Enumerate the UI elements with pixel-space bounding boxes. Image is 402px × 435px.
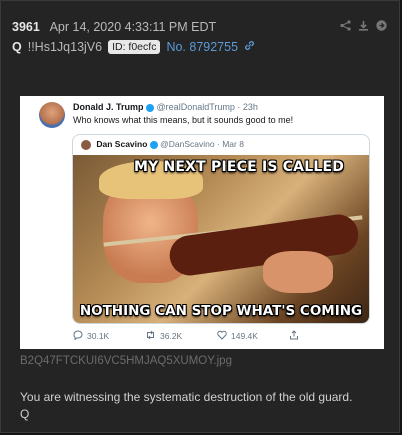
quoted-time: · Mar 8	[217, 139, 244, 149]
post-number[interactable]: 3961	[12, 20, 40, 34]
attachment-filename[interactable]: B2Q47FTCKUI6VC5HMJAQ5XUMOY.jpg	[20, 355, 232, 367]
avatar	[81, 139, 91, 150]
post-author: Q	[12, 40, 22, 54]
post-number-link[interactable]: No. 8792755	[166, 40, 238, 54]
share-icon[interactable]	[340, 20, 351, 31]
heart-icon	[217, 330, 227, 342]
meme-caption-top: MY NEXT PIECE IS CALLED	[133, 159, 345, 175]
tweet-author-name: Donald J. Trump	[73, 102, 144, 112]
message-line: You are witnessing the systematic destru…	[20, 390, 353, 404]
message-signature: Q	[20, 407, 30, 421]
tweet-handle: @realDonaldTrump	[156, 102, 235, 112]
retweet-stat: 36.2K	[145, 330, 217, 342]
quoted-handle: @DanScavino	[160, 139, 215, 149]
post-card: 3961 Apr 14, 2020 4:33:11 PM EDT Q !!Hs1…	[0, 0, 400, 433]
meme-caption-bottom: NOTHING CAN STOP WHAT'S COMING	[79, 303, 363, 319]
retweet-count: 36.2K	[160, 331, 183, 341]
download-icon[interactable]	[358, 20, 369, 31]
like-count: 149.4K	[231, 331, 258, 341]
attached-image[interactable]: Donald J. Trump @realDonaldTrump · 23h W…	[20, 96, 384, 349]
tweet-stats: 30.1K 36.2K 149.4K	[73, 330, 363, 342]
quoted-author-name: Dan Scavino	[96, 139, 148, 149]
tweet-text: Who knows what this means, but it sounds…	[73, 115, 294, 125]
verified-icon	[149, 140, 158, 149]
meme-image: MY NEXT PIECE IS CALLED NOTHING CAN STOP…	[73, 155, 369, 323]
id-badge[interactable]: ID: f0ecfc	[108, 40, 161, 54]
like-stat: 149.4K	[217, 330, 289, 342]
tweet-header: Donald J. Trump @realDonaldTrump · 23h	[73, 102, 258, 112]
post-actions	[340, 20, 387, 31]
post-message: You are witnessing the systematic destru…	[20, 389, 352, 423]
link-icon[interactable]	[244, 40, 255, 54]
post-datetime: Apr 14, 2020 4:33:11 PM EDT	[49, 20, 217, 34]
retweet-icon	[145, 330, 156, 342]
reply-stat: 30.1K	[73, 330, 145, 342]
arrow-circle-icon[interactable]	[376, 20, 387, 31]
meme-hand	[263, 251, 333, 293]
quoted-tweet-header: Dan Scavino @DanScavino · Mar 8	[81, 139, 244, 150]
reply-icon	[73, 330, 83, 342]
post-header: 3961 Apr 14, 2020 4:33:11 PM EDT	[12, 20, 216, 34]
tweet-time: · 23h	[237, 102, 258, 112]
share-stat	[289, 330, 361, 342]
post-author-line: Q !!Hs1Jq13jV6 ID: f0ecfc No. 8792755	[12, 40, 255, 54]
avatar	[39, 102, 65, 128]
verified-icon	[146, 103, 155, 112]
post-tripcode: !!Hs1Jq13jV6	[27, 40, 103, 54]
share-upload-icon	[289, 330, 299, 342]
quoted-tweet: Dan Scavino @DanScavino · Mar 8 MY NEXT …	[72, 134, 370, 324]
reply-count: 30.1K	[87, 331, 110, 341]
